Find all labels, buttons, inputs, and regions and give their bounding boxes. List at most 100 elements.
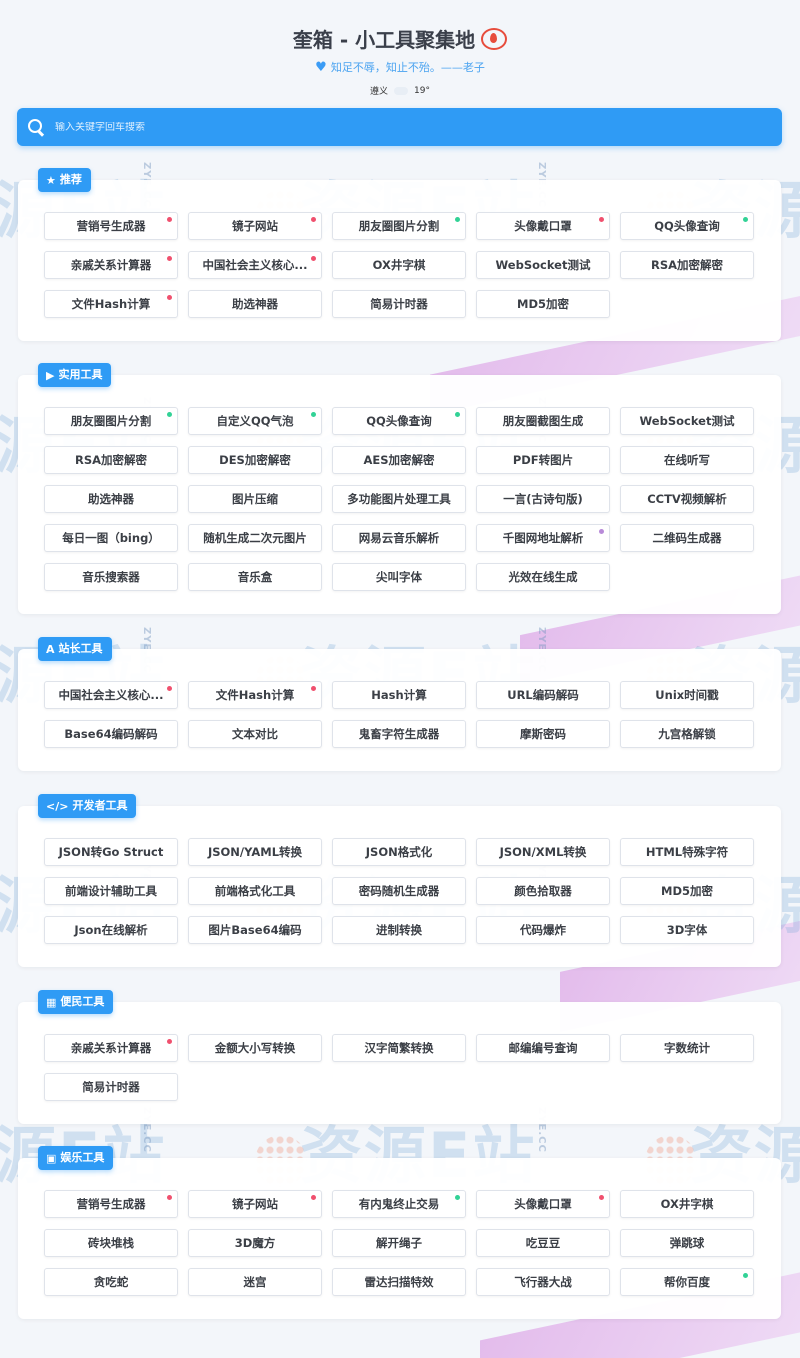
tool-button[interactable]: Json在线解析: [44, 916, 178, 944]
search-input[interactable]: [55, 121, 782, 133]
tool-button[interactable]: 密码随机生成器: [332, 877, 466, 905]
tool-button[interactable]: 朋友圈图片分割: [332, 212, 466, 240]
tool-button[interactable]: HTML特殊字符: [620, 838, 754, 866]
tool-button[interactable]: 3D魔方: [188, 1229, 322, 1257]
tool-button[interactable]: 砖块堆栈: [44, 1229, 178, 1257]
tool-button[interactable]: JSON格式化: [332, 838, 466, 866]
tool-button[interactable]: 解开绳子: [332, 1229, 466, 1257]
tool-button[interactable]: 鬼畜字符生成器: [332, 720, 466, 748]
tool-button[interactable]: 自定义QQ气泡: [188, 407, 322, 435]
tool-label: 图片Base64编码: [208, 923, 302, 937]
tool-label: JSON转Go Struct: [58, 845, 164, 859]
tool-button[interactable]: 前端设计辅助工具: [44, 877, 178, 905]
tool-button[interactable]: 有内鬼终止交易: [332, 1190, 466, 1218]
tool-button[interactable]: 邮编编号查询: [476, 1034, 610, 1062]
tool-button[interactable]: RSA加密解密: [44, 446, 178, 474]
tool-button[interactable]: RSA加密解密: [620, 251, 754, 279]
tool-button[interactable]: 飞行器大战: [476, 1268, 610, 1296]
tool-button[interactable]: 二维码生成器: [620, 524, 754, 552]
tool-button[interactable]: 文本对比: [188, 720, 322, 748]
tool-button[interactable]: 雷达扫描特效: [332, 1268, 466, 1296]
tool-button[interactable]: JSON/YAML转换: [188, 838, 322, 866]
tool-button[interactable]: 镜子网站: [188, 212, 322, 240]
tool-label: MD5加密: [517, 297, 569, 311]
tool-button[interactable]: 图片Base64编码: [188, 916, 322, 944]
tool-button[interactable]: 网易云音乐解析: [332, 524, 466, 552]
tool-button[interactable]: JSON转Go Struct: [44, 838, 178, 866]
tool-button[interactable]: 迷宫: [188, 1268, 322, 1296]
section-label: 站长工具: [58, 642, 103, 655]
tool-button[interactable]: 营销号生成器: [44, 212, 178, 240]
tool-button[interactable]: 头像戴口罩: [476, 212, 610, 240]
tool-button[interactable]: OX井字棋: [332, 251, 466, 279]
tool-button[interactable]: 贪吃蛇: [44, 1268, 178, 1296]
tool-button[interactable]: AES加密解密: [332, 446, 466, 474]
tool-button[interactable]: 汉字简繁转换: [332, 1034, 466, 1062]
tool-button[interactable]: Base64编码解码: [44, 720, 178, 748]
tool-button[interactable]: 图片压缩: [188, 485, 322, 513]
tool-label: DES加密解密: [219, 453, 291, 467]
tool-button[interactable]: 在线听写: [620, 446, 754, 474]
tool-button[interactable]: DES加密解密: [188, 446, 322, 474]
tool-button[interactable]: QQ头像查询: [332, 407, 466, 435]
tool-button[interactable]: 助选神器: [44, 485, 178, 513]
tool-button[interactable]: JSON/XML转换: [476, 838, 610, 866]
tool-button[interactable]: 多功能图片处理工具: [332, 485, 466, 513]
tool-label: 文件Hash计算: [215, 688, 295, 702]
tool-button[interactable]: 代码爆炸: [476, 916, 610, 944]
tool-button[interactable]: CCTV视频解析: [620, 485, 754, 513]
tool-label: 随机生成二次元图片: [203, 531, 307, 545]
gamepad-icon: ▣: [46, 1151, 57, 1165]
tool-button[interactable]: 前端格式化工具: [188, 877, 322, 905]
tool-button[interactable]: 随机生成二次元图片: [188, 524, 322, 552]
tool-button[interactable]: 千图网地址解析: [476, 524, 610, 552]
tool-button[interactable]: 简易计时器: [332, 290, 466, 318]
tool-button[interactable]: 吃豆豆: [476, 1229, 610, 1257]
tool-label: 3D字体: [666, 923, 708, 937]
tool-button[interactable]: 摩斯密码: [476, 720, 610, 748]
tool-label: 代码爆炸: [520, 923, 566, 937]
tool-button[interactable]: 文件Hash计算: [188, 681, 322, 709]
tool-button[interactable]: Hash计算: [332, 681, 466, 709]
tool-button[interactable]: 音乐盒: [188, 563, 322, 591]
tool-button[interactable]: 文件Hash计算: [44, 290, 178, 318]
tool-button[interactable]: 进制转换: [332, 916, 466, 944]
tool-button[interactable]: PDF转图片: [476, 446, 610, 474]
tool-button[interactable]: Unix时间戳: [620, 681, 754, 709]
tool-button[interactable]: 3D字体: [620, 916, 754, 944]
tool-button[interactable]: WebSocket测试: [476, 251, 610, 279]
tool-label: 前端设计辅助工具: [65, 884, 157, 898]
tool-button[interactable]: 中国社会主义核心...: [44, 681, 178, 709]
tool-button[interactable]: QQ头像查询: [620, 212, 754, 240]
search-bar[interactable]: [17, 108, 782, 146]
tool-button[interactable]: 弹跳球: [620, 1229, 754, 1257]
tool-button[interactable]: 尖叫字体: [332, 563, 466, 591]
tool-button[interactable]: 亲戚关系计算器: [44, 1034, 178, 1062]
tool-button[interactable]: 帮你百度: [620, 1268, 754, 1296]
tool-button[interactable]: 营销号生成器: [44, 1190, 178, 1218]
tool-button[interactable]: 头像戴口罩: [476, 1190, 610, 1218]
tool-button[interactable]: 每日一图（bing）: [44, 524, 178, 552]
tool-button[interactable]: OX井字棋: [620, 1190, 754, 1218]
section-convenience: ▦ 便民工具 亲戚关系计算器 金额大小写转换 汉字简繁转换 邮编编号查询 字数统计 简易计时器: [18, 990, 781, 1124]
tool-label: 朋友圈截图生成: [502, 414, 584, 428]
tool-button[interactable]: 中国社会主义核心...: [188, 251, 322, 279]
tool-button[interactable]: 音乐搜索器: [44, 563, 178, 591]
tool-button[interactable]: 朋友圈图片分割: [44, 407, 178, 435]
tool-button[interactable]: URL编码解码: [476, 681, 610, 709]
tool-button[interactable]: 简易计时器: [44, 1073, 178, 1101]
tool-button[interactable]: 朋友圈截图生成: [476, 407, 610, 435]
tool-button[interactable]: WebSocket测试: [620, 407, 754, 435]
tool-button[interactable]: MD5加密: [476, 290, 610, 318]
search-icon[interactable]: [27, 118, 45, 136]
tool-button[interactable]: 助选神器: [188, 290, 322, 318]
tool-button[interactable]: 金额大小写转换: [188, 1034, 322, 1062]
tool-button[interactable]: 亲戚关系计算器: [44, 251, 178, 279]
tool-button[interactable]: 光效在线生成: [476, 563, 610, 591]
tool-button[interactable]: 九宫格解锁: [620, 720, 754, 748]
tool-button[interactable]: 镜子网站: [188, 1190, 322, 1218]
tool-button[interactable]: 字数统计: [620, 1034, 754, 1062]
tool-button[interactable]: 颜色拾取器: [476, 877, 610, 905]
tool-button[interactable]: MD5加密: [620, 877, 754, 905]
tool-button[interactable]: 一言(古诗句版): [476, 485, 610, 513]
